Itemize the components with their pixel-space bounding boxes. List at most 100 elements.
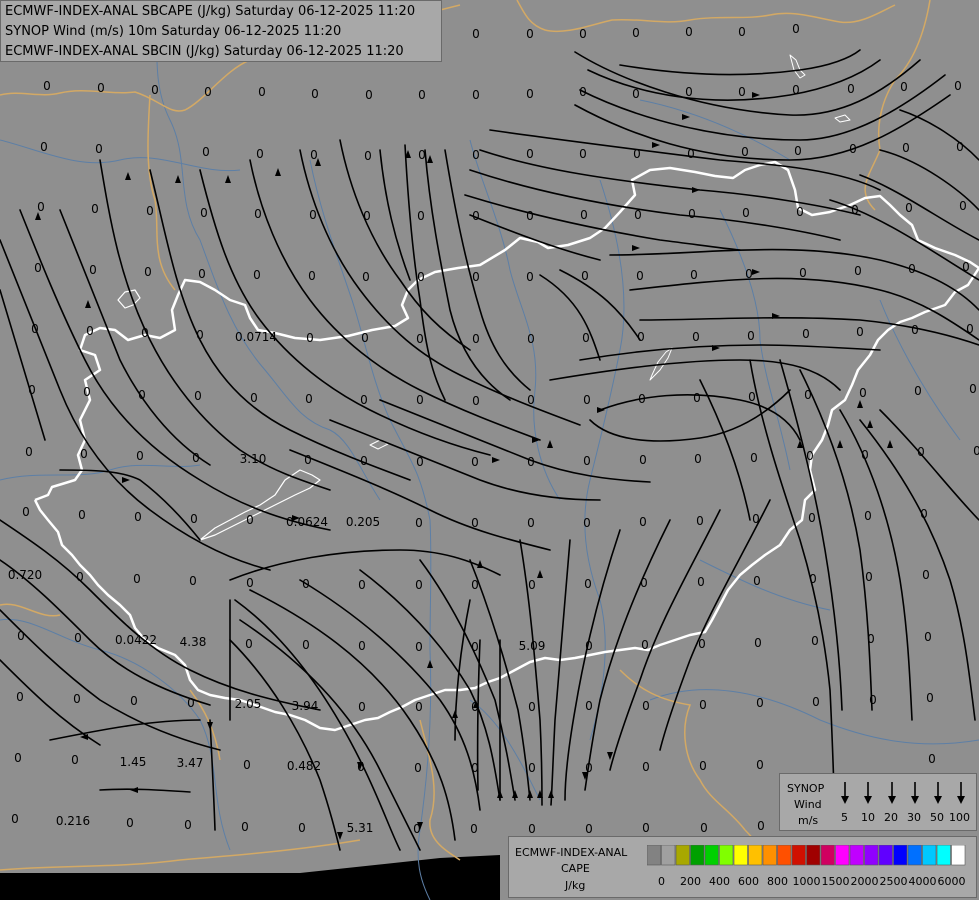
cape-legend-unit: J/kg: [565, 879, 586, 892]
cape-value-label: 0: [579, 147, 587, 161]
cape-value-label: 0: [579, 27, 587, 41]
weather-map: 0 0 0 0 0 0 0 0 0 0 0 0 0 0 0 0 0 0 0 0 0 0 0 0 0 0 0 0 0 0 0 0 0 0 0 0 0 0 0 0…: [0, 0, 979, 900]
cape-value-label: 0: [634, 208, 642, 222]
cape-value-label: 0: [309, 208, 317, 222]
cape-value-label: 0: [472, 148, 480, 162]
cape-value-label: 0: [956, 140, 964, 154]
cape-value-label: 0: [415, 516, 423, 530]
cape-value-label: 0: [741, 145, 749, 159]
cape-value-label: 0.0624: [286, 515, 328, 529]
cape-value-label: 0: [357, 760, 365, 774]
cape-value-label: 0: [360, 454, 368, 468]
cape-value-label: 0: [189, 574, 197, 588]
cape-value-label: 0: [747, 329, 755, 343]
cape-value-label: 0: [584, 577, 592, 591]
cape-value-label: 0: [757, 819, 765, 833]
cape-color-swatch: [748, 845, 763, 866]
cape-value-label: 0: [528, 700, 536, 714]
cape-value-label: 0: [362, 270, 370, 284]
cape-value-label: 0: [243, 758, 251, 772]
cape-value-label: 4.38: [180, 635, 207, 649]
cape-value-label: 0: [579, 85, 587, 99]
cape-value-label: 0: [908, 262, 916, 276]
cape-value-label: 0: [17, 629, 25, 643]
cape-value-label: 0: [192, 451, 200, 465]
cape-value-label: 0: [692, 330, 700, 344]
cape-value-label: 0: [633, 147, 641, 161]
cape-value-label: 0: [690, 268, 698, 282]
cape-value-label: 0: [360, 393, 368, 407]
cape-value-label: 0: [526, 27, 534, 41]
cape-value-label: 0: [738, 85, 746, 99]
wind-legend: SYNOP Wind m/s 5 10 20 30 50 100: [779, 773, 977, 831]
cape-value-label: 0: [472, 27, 480, 41]
cape-value-label: 3.10: [240, 452, 267, 466]
cape-value-label: 0: [184, 818, 192, 832]
cape-value-label: 3.94: [292, 699, 319, 713]
cape-color-swatch: [690, 845, 705, 866]
cape-color-swatch: [719, 845, 734, 866]
cape-value-label: 0: [928, 752, 936, 766]
cape-color-swatch: [661, 845, 676, 866]
title-sbcape: ECMWF-INDEX-ANAL SBCAPE (J/kg) Saturday …: [5, 4, 416, 19]
cape-value-label: 0: [685, 85, 693, 99]
cape-value-label: 0.0422: [115, 633, 157, 647]
cape-value-label: 0: [851, 203, 859, 217]
cape-value-label: 0: [416, 455, 424, 469]
cape-value-label: 0: [256, 147, 264, 161]
cape-tick-label: 6000: [937, 875, 966, 888]
cape-value-label: 0: [959, 199, 967, 213]
cape-value-label: 0: [13, 874, 21, 888]
cape-value-label: 0: [245, 637, 253, 651]
cape-color-swatch: [806, 845, 821, 866]
cape-value-label: 0: [639, 515, 647, 529]
cape-value-label: 0: [198, 267, 206, 281]
cape-value-label: 0: [200, 206, 208, 220]
cape-value-label: 3.47: [177, 756, 204, 770]
cape-value-label: 0: [700, 821, 708, 835]
cape-value-label: 0: [583, 516, 591, 530]
cape-value-label: 0: [89, 263, 97, 277]
cape-color-swatch: [951, 845, 966, 866]
cape-color-swatch: [820, 845, 835, 866]
cape-value-label: 0: [40, 140, 48, 154]
cape-value-label: 0: [97, 81, 105, 95]
cape-value-label: 0: [637, 330, 645, 344]
cape-color-swatch: [878, 845, 893, 866]
cape-value-label: 0: [253, 268, 261, 282]
cape-value-label: 0: [917, 445, 925, 459]
cape-value-label: 0: [799, 266, 807, 280]
cape-value-label: 0: [699, 759, 707, 773]
cape-value-label: 0: [581, 269, 589, 283]
wind-legend-arrows: [841, 782, 965, 804]
cape-value-label: 0: [922, 568, 930, 582]
cape-value-label: 0: [954, 79, 962, 93]
cape-value-label: 0: [902, 141, 910, 155]
cape-value-label: 0: [414, 761, 422, 775]
cape-color-swatch: [835, 845, 850, 866]
cape-value-label: 0: [130, 694, 138, 708]
cape-value-label: 0: [754, 636, 762, 650]
cape-value-label: 0: [698, 637, 706, 651]
cape-value-label: 0.205: [346, 515, 380, 529]
cape-value-label: 0: [802, 327, 810, 341]
cape-value-label: 0: [95, 142, 103, 156]
cape-value-label: 0: [298, 821, 306, 835]
cape-color-swatch: [864, 845, 879, 866]
cape-value-label: 0: [924, 630, 932, 644]
cape-value-label: 0: [185, 879, 193, 893]
cape-value-label: 0: [91, 202, 99, 216]
cape-value-label: 0: [849, 142, 857, 156]
cape-legend-title-model: ECMWF-INDEX-ANAL: [515, 846, 628, 859]
cape-value-label: 0: [304, 453, 312, 467]
cape-value-label: 0: [418, 148, 426, 162]
cape-value-label: 0: [854, 264, 862, 278]
cape-value-label: 0: [357, 882, 365, 896]
cape-value-label: 0: [632, 87, 640, 101]
cape-color-swatch: [704, 845, 719, 866]
cape-value-label: 0: [914, 384, 922, 398]
cape-value-label: 0.482: [287, 759, 321, 773]
cape-color-swatch: [936, 845, 951, 866]
cape-value-label: 0: [864, 509, 872, 523]
cape-value-label: 0: [308, 269, 316, 283]
